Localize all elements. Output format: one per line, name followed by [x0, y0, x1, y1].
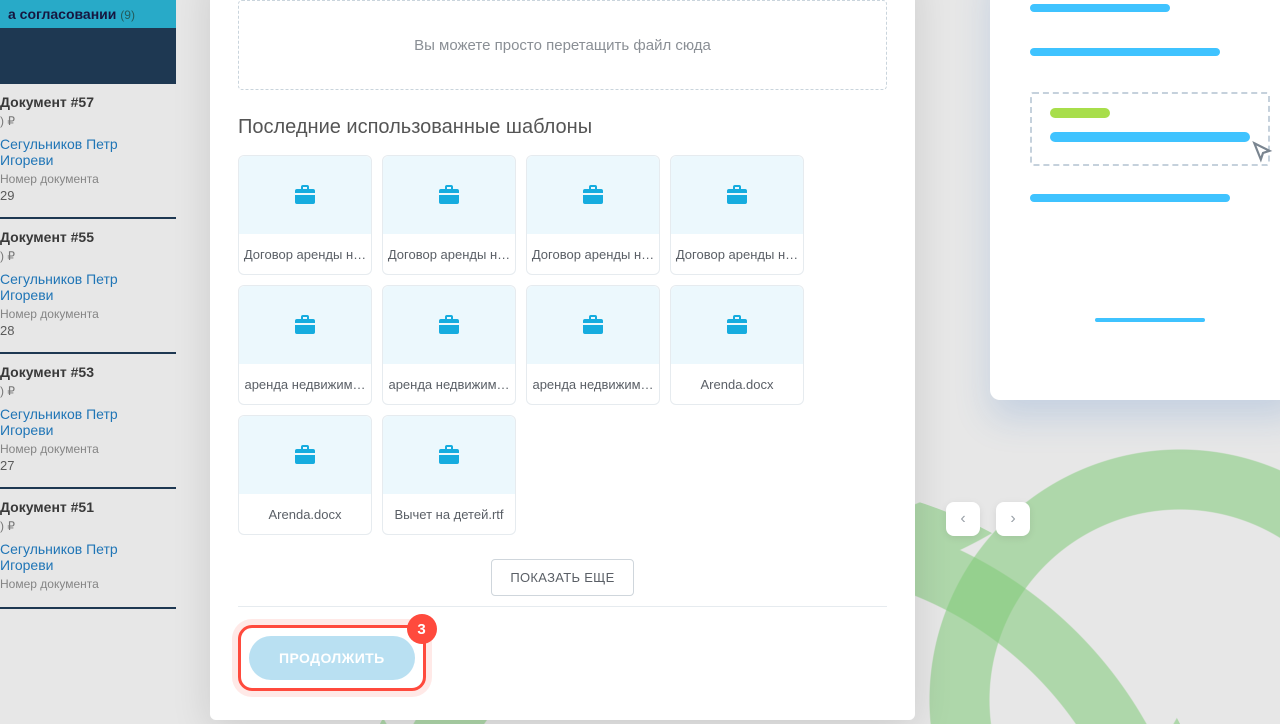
pager-next[interactable]: ›: [996, 502, 1030, 536]
illustration-card: [990, 0, 1280, 400]
template-label: Arenda.docx: [239, 494, 371, 534]
illustration-pager: ‹ ›: [946, 502, 1030, 536]
briefcase-icon: [435, 183, 463, 207]
template-card[interactable]: Вычет на детей.rtf: [382, 415, 516, 535]
dropzone-text: Вы можете просто перетащить файл сюда: [414, 37, 711, 54]
briefcase-icon: [291, 183, 319, 207]
template-card[interactable]: аренда недвижим…: [382, 285, 516, 405]
template-label: Договор аренды н…: [383, 234, 515, 274]
template-label: Arenda.docx: [671, 364, 803, 404]
template-grid: Договор аренды н… Договор аренды н… Дого…: [238, 155, 887, 535]
template-label: Договор аренды н…: [527, 234, 659, 274]
template-card[interactable]: аренда недвижим…: [526, 285, 660, 405]
pager-prev[interactable]: ‹: [946, 502, 980, 536]
recent-templates-title: Последние использованные шаблоны: [238, 116, 887, 139]
briefcase-icon: [291, 443, 319, 467]
template-label: Договор аренды н…: [671, 234, 803, 274]
onboarding-highlight: ПРОДОЛЖИТЬ 3: [238, 625, 426, 691]
template-card[interactable]: Договор аренды н…: [382, 155, 516, 275]
template-label: Вычет на детей.rtf: [383, 494, 515, 534]
template-label: аренда недвижим…: [239, 364, 371, 404]
template-label: Договор аренды н…: [239, 234, 371, 274]
template-card[interactable]: Договор аренды н…: [670, 155, 804, 275]
template-card[interactable]: Arenda.docx: [670, 285, 804, 405]
briefcase-icon: [579, 313, 607, 337]
template-modal: Вы можете просто перетащить файл сюда По…: [210, 0, 915, 720]
briefcase-icon: [723, 313, 751, 337]
briefcase-icon: [723, 183, 751, 207]
file-dropzone[interactable]: Вы можете просто перетащить файл сюда: [238, 0, 887, 90]
illustration-dropzone: [1030, 92, 1270, 166]
template-label: аренда недвижим…: [383, 364, 515, 404]
briefcase-icon: [291, 313, 319, 337]
continue-button[interactable]: ПРОДОЛЖИТЬ: [249, 636, 415, 680]
template-card[interactable]: аренда недвижим…: [238, 285, 372, 405]
template-card[interactable]: Договор аренды н…: [526, 155, 660, 275]
chevron-right-icon: ›: [1010, 510, 1015, 528]
briefcase-icon: [435, 443, 463, 467]
template-card[interactable]: Arenda.docx: [238, 415, 372, 535]
briefcase-icon: [579, 183, 607, 207]
show-more-button[interactable]: ПОКАЗАТЬ ЕЩЕ: [491, 559, 633, 596]
chevron-left-icon: ‹: [960, 510, 965, 528]
template-label: аренда недвижим…: [527, 364, 659, 404]
template-card[interactable]: Договор аренды н…: [238, 155, 372, 275]
step-badge: 3: [407, 614, 437, 644]
briefcase-icon: [435, 313, 463, 337]
cursor-icon: [1250, 140, 1276, 166]
